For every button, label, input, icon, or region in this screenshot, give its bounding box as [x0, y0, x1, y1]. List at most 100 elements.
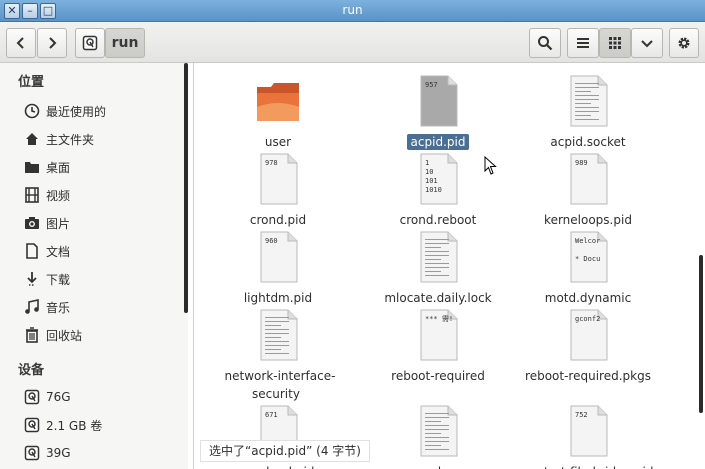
text-file-icon: 752 — [570, 405, 608, 457]
sidebar-scrollbar[interactable] — [184, 63, 188, 313]
text-file-icon — [420, 231, 458, 283]
grid-view-button[interactable] — [599, 28, 631, 58]
text-file-icon — [260, 309, 298, 361]
chevron-down-icon — [641, 40, 653, 48]
music-icon — [24, 299, 40, 315]
file-preview-text: 101 — [425, 177, 438, 185]
drive-icon — [24, 417, 40, 433]
file-preview-text: * Docu — [575, 255, 600, 263]
file-name: acpid.pid — [363, 133, 513, 151]
title-bar: ✕ – □ run — [0, 0, 705, 22]
sidebar-item-label: 视频 — [46, 188, 71, 203]
sidebar-item-label: 76G — [46, 390, 71, 404]
file-name-text: sdp — [423, 464, 453, 469]
file-name-text: rsyslogd.pid — [238, 464, 319, 469]
sidebar-item-device-39g[interactable]: 39G — [24, 441, 184, 465]
document-icon — [24, 243, 40, 259]
trash-icon — [24, 327, 40, 343]
sidebar-item-desktop[interactable]: 桌面 — [24, 155, 184, 179]
sidebar-item-recent[interactable]: 最近使用的 — [24, 99, 184, 123]
file-name: rsyslogd.pid — [203, 463, 353, 469]
download-icon — [24, 271, 40, 287]
file-preview-text: 1010 — [425, 186, 442, 194]
sidebar-item-trash[interactable]: 回收站 — [24, 323, 184, 347]
file-name: kerneloops.pid — [513, 211, 663, 229]
home-icon — [24, 131, 40, 147]
file-name: crond.pid — [203, 211, 353, 229]
places-heading: 位置 — [18, 75, 45, 90]
location-drive-button[interactable] — [75, 28, 105, 58]
sidebar-item-device-2gb[interactable]: 2.1 GB 卷 — [24, 413, 184, 437]
file-preview-text: 752 — [575, 411, 588, 419]
file-preview-text: 978 — [265, 159, 278, 167]
file-preview-text: 1 — [425, 159, 429, 167]
text-file-icon: 960 — [260, 231, 298, 283]
sidebar-item-label: 最近使用的 — [46, 104, 107, 119]
toolbar: run — [0, 22, 705, 63]
text-file-icon: Welcor * Docu — [570, 231, 608, 283]
back-button[interactable] — [6, 28, 36, 58]
text-file-icon — [420, 405, 458, 457]
location-crumb-run[interactable]: run — [105, 28, 145, 58]
sidebar: 位置 最近使用的 主文件夹 桌面 视频 图片 文档 下载 音乐 回收站 设备 7… — [0, 63, 188, 469]
settings-button[interactable] — [669, 28, 699, 58]
file-name-text: mlocate.daily.lock — [384, 291, 492, 305]
file-preview-text: 960 — [265, 237, 278, 245]
sidebar-item-home[interactable]: 主文件夹 — [24, 127, 184, 151]
sidebar-item-pictures[interactable]: 图片 — [24, 211, 184, 235]
chevron-left-icon — [16, 37, 24, 49]
file-name: reboot-required.pkgs — [513, 367, 663, 385]
file-name-text: upstart-file-bridge.pid — [519, 464, 658, 469]
file-preview-text: *** 需! — [425, 315, 453, 323]
text-file-icon: gconf2 — [570, 309, 608, 361]
sidebar-item-label: 下载 — [46, 272, 71, 287]
file-preview-text: gconf2 — [575, 315, 600, 323]
file-name: acpid.socket — [513, 133, 663, 151]
forward-button[interactable] — [37, 28, 67, 58]
file-name-text: acpid.pid — [406, 134, 470, 150]
file-preview-text: 957 — [425, 81, 438, 89]
file-name: network-interface-security — [203, 367, 353, 403]
chevron-right-icon — [49, 37, 57, 49]
sidebar-item-label: 39G — [46, 446, 71, 460]
file-name: motd.dynamic — [513, 289, 663, 307]
list-view-button[interactable] — [567, 28, 599, 58]
drive-icon — [24, 389, 40, 405]
file-name: mlocate.daily.lock — [363, 289, 513, 307]
desktop-folder-icon — [24, 159, 40, 175]
search-button[interactable] — [529, 28, 561, 58]
file-name-text: reboot-required — [391, 369, 485, 383]
view-options-button[interactable] — [631, 28, 663, 58]
file-name-text: kerneloops.pid — [544, 213, 632, 227]
sidebar-item-label: 桌面 — [46, 160, 71, 175]
sidebar-item-label: 回收站 — [46, 328, 83, 343]
clock-icon — [24, 103, 40, 119]
file-preview-text: Welcor — [575, 237, 600, 245]
file-name: reboot-required — [363, 367, 513, 385]
text-file-icon: 957 — [420, 75, 458, 127]
sidebar-item-device-76g[interactable]: 76G — [24, 385, 184, 409]
grid-view-icon — [609, 37, 621, 49]
file-preview-text: 10 — [425, 168, 433, 176]
file-preview-text: 671 — [265, 411, 278, 419]
sidebar-item-downloads[interactable]: 下载 — [24, 267, 184, 291]
file-name-text: crond.reboot — [399, 213, 477, 227]
file-name-text: motd.dynamic — [544, 291, 632, 305]
location-crumb-label: run — [111, 35, 139, 51]
sidebar-item-label: 2.1 GB 卷 — [46, 418, 103, 433]
drive-icon — [24, 445, 40, 461]
sidebar-item-videos[interactable]: 视频 — [24, 183, 184, 207]
sidebar-item-label: 文档 — [46, 244, 71, 259]
sidebar-item-documents[interactable]: 文档 — [24, 239, 184, 263]
mouse-cursor-icon — [484, 156, 497, 175]
file-preview-text: 989 — [575, 159, 588, 167]
sidebar-item-music[interactable]: 音乐 — [24, 295, 184, 319]
window-title: run — [342, 3, 363, 17]
file-name-text: crond.pid — [249, 213, 307, 227]
status-bar: 选中了“acpid.pid” (4 字节) — [200, 440, 370, 462]
file-grid-scrollbar[interactable] — [699, 255, 703, 413]
folder-icon — [257, 83, 299, 121]
text-file-icon: 978 — [260, 153, 298, 205]
file-name: upstart-file-bridge.pid — [513, 463, 663, 469]
file-name: sdp — [363, 463, 513, 469]
